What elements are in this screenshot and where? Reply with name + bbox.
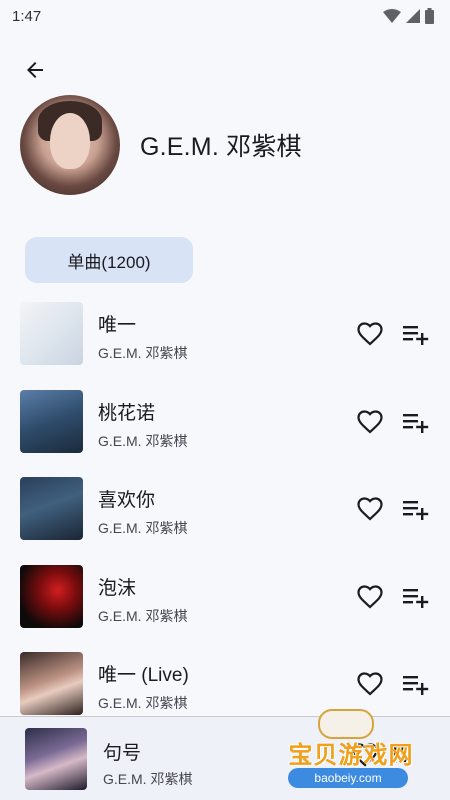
heart-outline-icon	[357, 322, 383, 346]
pause-icon[interactable]	[388, 744, 410, 766]
add-to-queue-button[interactable]	[401, 497, 431, 523]
song-row[interactable]: 唯一 G.E.M. 邓紫棋	[0, 296, 450, 384]
album-cover	[20, 302, 83, 365]
now-playing-title: 句号	[103, 743, 142, 764]
now-playing-cover	[25, 728, 87, 790]
wifi-icon	[383, 9, 401, 23]
arrow-left-icon	[27, 62, 43, 78]
artist-name: G.E.M. 邓紫棋	[140, 133, 302, 161]
favorite-button[interactable]	[355, 320, 385, 348]
song-title: 喜欢你	[98, 490, 156, 511]
artist-header: G.E.M. 邓紫棋	[20, 95, 302, 195]
heart-outline-icon	[357, 584, 383, 609]
status-time: 1:47	[12, 7, 42, 25]
favorite-button[interactable]	[355, 670, 385, 698]
song-title: 唯一	[98, 315, 137, 336]
song-artist: G.E.M. 邓紫棋	[98, 520, 188, 536]
song-artist: G.E.M. 邓紫棋	[98, 432, 188, 449]
battery-icon	[425, 8, 434, 24]
tab-singles[interactable]: 单曲(1200)	[25, 237, 193, 283]
album-cover	[20, 564, 83, 628]
song-row[interactable]: 泡沫 G.E.M. 邓紫棋	[0, 559, 450, 647]
add-to-queue-button[interactable]	[401, 585, 431, 611]
add-to-queue-button[interactable]	[401, 672, 431, 698]
album-cover	[20, 652, 83, 715]
status-bar: 1:47	[0, 0, 450, 32]
add-to-queue-button[interactable]	[401, 410, 431, 436]
favorite-button[interactable]	[355, 408, 385, 436]
song-title: 桃花诺	[98, 402, 156, 424]
song-list: 唯一 G.E.M. 邓紫棋 桃花诺 G.E.M. 邓紫棋 喜欢你 G.E.M. …	[0, 296, 450, 734]
heart-outline-icon	[357, 497, 383, 521]
back-button[interactable]	[20, 55, 50, 85]
heart-outline-icon	[357, 672, 383, 696]
playlist-add-icon	[403, 676, 429, 695]
mini-player[interactable]: 句号 G.E.M. 邓紫棋	[0, 716, 450, 800]
song-title: 泡沫	[98, 577, 137, 599]
playlist-add-icon	[403, 588, 429, 608]
mini-player-controls	[352, 743, 410, 767]
cellular-signal-icon	[406, 9, 420, 23]
favorite-outline-icon[interactable]	[352, 743, 378, 767]
playlist-add-icon	[403, 501, 429, 520]
song-row[interactable]: 喜欢你 G.E.M. 邓紫棋	[0, 471, 450, 559]
song-artist: G.E.M. 邓紫棋	[98, 695, 188, 711]
status-icons	[383, 8, 434, 24]
playlist-add-icon	[403, 413, 429, 433]
playlist-add-icon	[403, 326, 429, 345]
song-artist: G.E.M. 邓紫棋	[98, 345, 188, 361]
album-cover	[20, 477, 83, 540]
heart-outline-icon	[357, 409, 383, 434]
song-title: 唯一 (Live)	[98, 665, 189, 686]
album-cover	[20, 389, 83, 453]
song-row[interactable]: 桃花诺 G.E.M. 邓紫棋	[0, 384, 450, 472]
song-artist: G.E.M. 邓紫棋	[98, 607, 188, 624]
artist-avatar	[20, 95, 120, 195]
favorite-button[interactable]	[355, 583, 385, 611]
now-playing-artist: G.E.M. 邓紫棋	[103, 771, 193, 787]
add-to-queue-button[interactable]	[401, 322, 431, 348]
favorite-button[interactable]	[355, 495, 385, 523]
